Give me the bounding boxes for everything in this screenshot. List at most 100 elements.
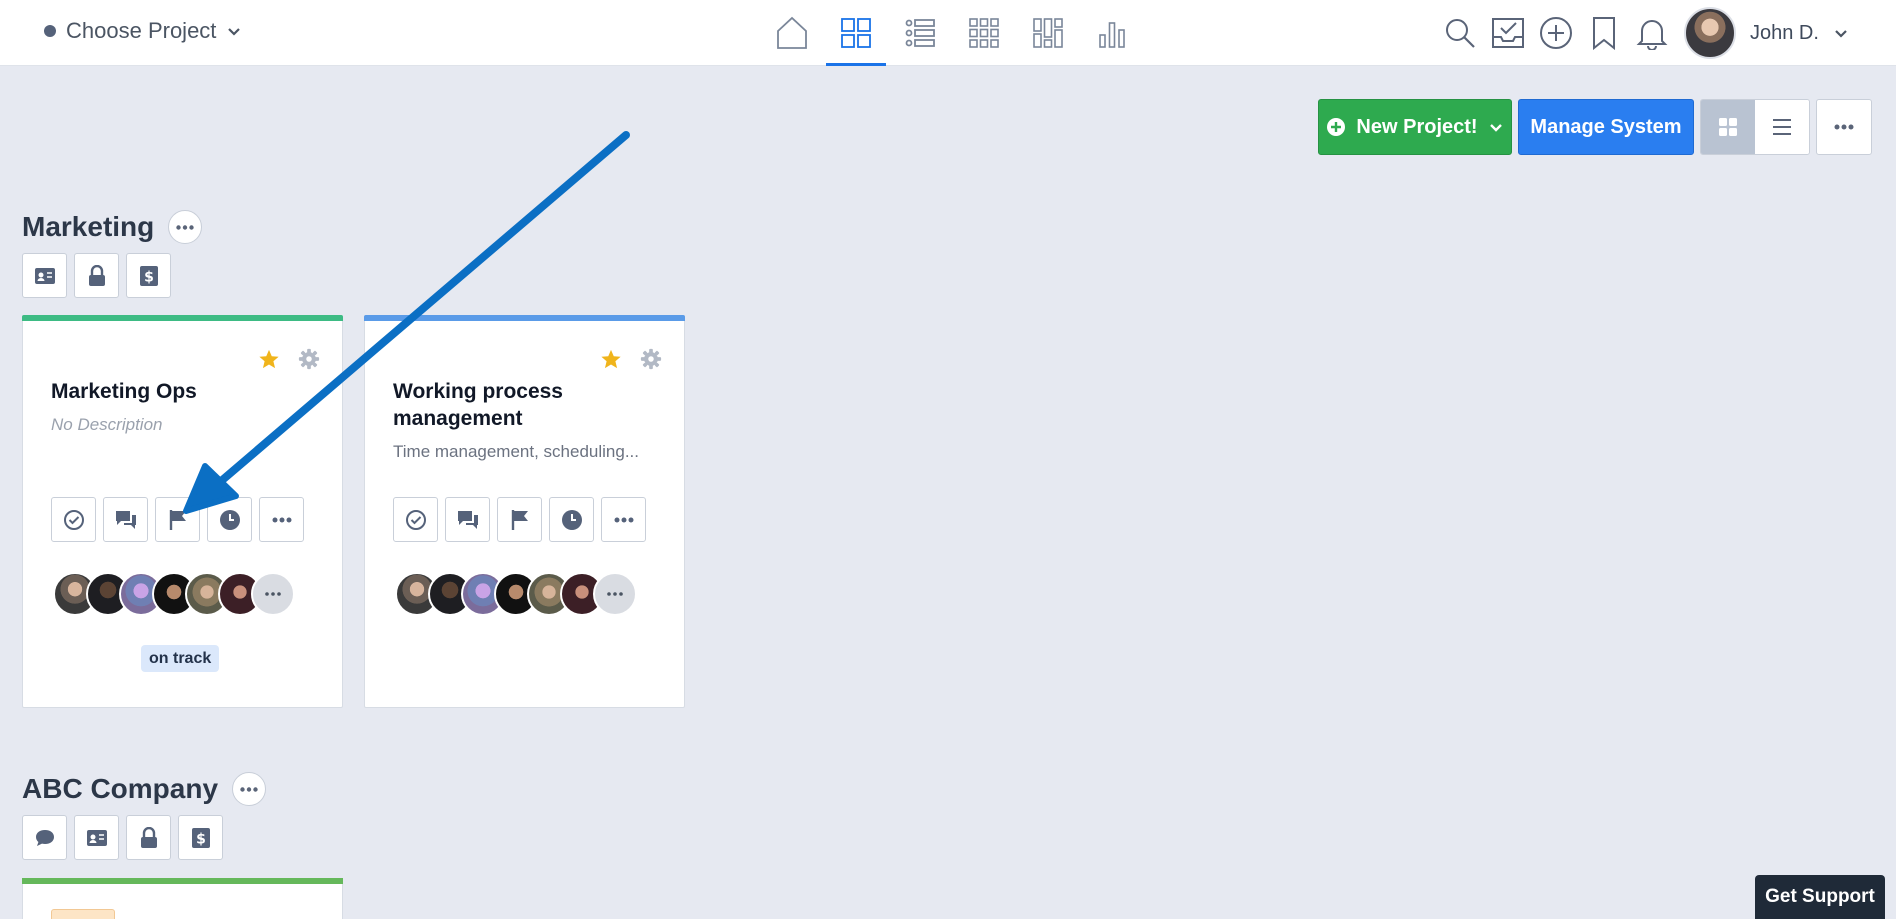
project-chooser-label: Choose Project <box>66 18 217 43</box>
milestones-button[interactable] <box>155 497 200 542</box>
milestones-button[interactable] <box>497 497 542 542</box>
card-title[interactable]: Working process management <box>393 378 661 432</box>
bookmarks-button[interactable] <box>1584 10 1624 56</box>
more-icon <box>272 517 291 522</box>
notifications-button[interactable] <box>1632 10 1672 56</box>
card-accent <box>364 315 685 321</box>
nav-list[interactable] <box>888 0 952 66</box>
comments-icon <box>457 510 478 529</box>
nav-boards[interactable] <box>824 0 888 66</box>
star-icon[interactable] <box>258 348 280 370</box>
more-members[interactable] <box>593 572 637 616</box>
budget-button[interactable]: $ <box>126 253 171 298</box>
tasks-button[interactable] <box>51 497 96 542</box>
more-options-button[interactable] <box>1816 99 1872 155</box>
privacy-button[interactable] <box>126 815 171 860</box>
project-card[interactable]: Working process management Time manageme… <box>364 315 685 708</box>
member-avatars[interactable] <box>395 572 637 616</box>
nav-columns[interactable] <box>1016 0 1080 66</box>
lock-icon <box>88 264 105 286</box>
gear-icon[interactable] <box>640 348 662 370</box>
discussions-button[interactable] <box>103 497 148 542</box>
project-chooser[interactable]: Choose Project <box>44 14 242 48</box>
section-title: Marketing <box>22 211 155 242</box>
more-icon <box>240 786 258 792</box>
tasks-button[interactable] <box>1488 10 1528 56</box>
chart-icon <box>1099 22 1125 48</box>
card-accent <box>22 878 343 884</box>
id-card-icon <box>86 829 107 846</box>
boards-icon <box>841 18 871 48</box>
tasks-button[interactable] <box>393 497 438 542</box>
manage-system-button[interactable]: Manage System <box>1518 99 1694 155</box>
search-icon <box>1446 19 1475 48</box>
card-actions <box>393 497 646 542</box>
new-project-button[interactable]: New Project! <box>1318 99 1512 155</box>
more-icon <box>607 592 623 596</box>
nav-grid[interactable] <box>952 0 1016 66</box>
search-button[interactable] <box>1440 10 1480 56</box>
user-name: John D. <box>1750 21 1819 44</box>
action-bar: New Project! Manage System <box>1318 99 1872 155</box>
card-title[interactable]: Marketing Ops <box>51 378 319 405</box>
section-header-abc-company: ABC Company <box>22 772 267 806</box>
section-tools-abc-company: $ <box>22 815 223 860</box>
get-support-label: Get Support <box>1765 886 1875 907</box>
member-avatars[interactable] <box>53 572 295 616</box>
bookmark-icon <box>1593 17 1615 50</box>
more-members[interactable] <box>251 572 295 616</box>
chat-icon <box>35 829 54 846</box>
nav-reports[interactable] <box>1080 0 1144 66</box>
list-icon <box>905 19 935 47</box>
get-support-button[interactable]: Get Support <box>1755 875 1885 919</box>
inbox-check-icon <box>1492 18 1524 48</box>
status-dot <box>44 25 56 37</box>
star-icon[interactable] <box>600 348 622 370</box>
lock-icon <box>140 826 157 848</box>
svg-text:$: $ <box>196 831 206 847</box>
card-actions <box>51 497 304 542</box>
nav-home[interactable] <box>760 0 824 66</box>
time-button[interactable] <box>549 497 594 542</box>
home-icon <box>777 16 807 49</box>
discussions-button[interactable] <box>445 497 490 542</box>
privacy-button[interactable] <box>74 253 119 298</box>
more-icon <box>265 592 281 596</box>
dollar-icon: $ <box>139 265 158 286</box>
more-options-button[interactable] <box>259 497 304 542</box>
user-menu[interactable]: John D. <box>1684 5 1849 61</box>
section-tools-marketing: $ <box>22 253 171 298</box>
grid-view-button[interactable] <box>1701 100 1755 154</box>
status-badge: on track <box>141 645 220 672</box>
more-options-button[interactable] <box>601 497 646 542</box>
id-card-icon <box>34 267 55 284</box>
chat-button[interactable] <box>22 815 67 860</box>
list-view-button[interactable] <box>1755 100 1809 154</box>
section-options-button[interactable] <box>232 772 267 806</box>
clock-icon <box>219 509 240 530</box>
time-button[interactable] <box>207 497 252 542</box>
clock-icon <box>561 509 582 530</box>
members-button[interactable] <box>74 815 119 860</box>
section-options-button[interactable] <box>168 210 203 244</box>
main-nav <box>760 0 1144 66</box>
manage-system-label: Manage System <box>1530 115 1682 138</box>
project-card[interactable]: Marketing Ops No Description on track <box>22 315 343 708</box>
check-circle-icon <box>63 509 84 530</box>
add-button[interactable] <box>1536 10 1576 56</box>
grid-icon <box>969 18 999 48</box>
gear-icon[interactable] <box>298 348 320 370</box>
more-icon <box>1834 124 1854 130</box>
budget-button[interactable]: $ <box>178 815 223 860</box>
members-button[interactable] <box>22 253 67 298</box>
columns-icon <box>1033 18 1063 48</box>
chevron-down-icon <box>1835 30 1847 38</box>
avatar <box>1684 7 1736 59</box>
chevron-down-icon <box>1489 124 1502 132</box>
plus-circle-icon <box>1540 17 1572 49</box>
header-tools <box>1440 10 1672 56</box>
check-circle-icon <box>405 509 426 530</box>
flag-icon <box>511 509 528 530</box>
project-card-partial[interactable] <box>22 878 343 919</box>
chevron-down-icon <box>226 23 242 39</box>
